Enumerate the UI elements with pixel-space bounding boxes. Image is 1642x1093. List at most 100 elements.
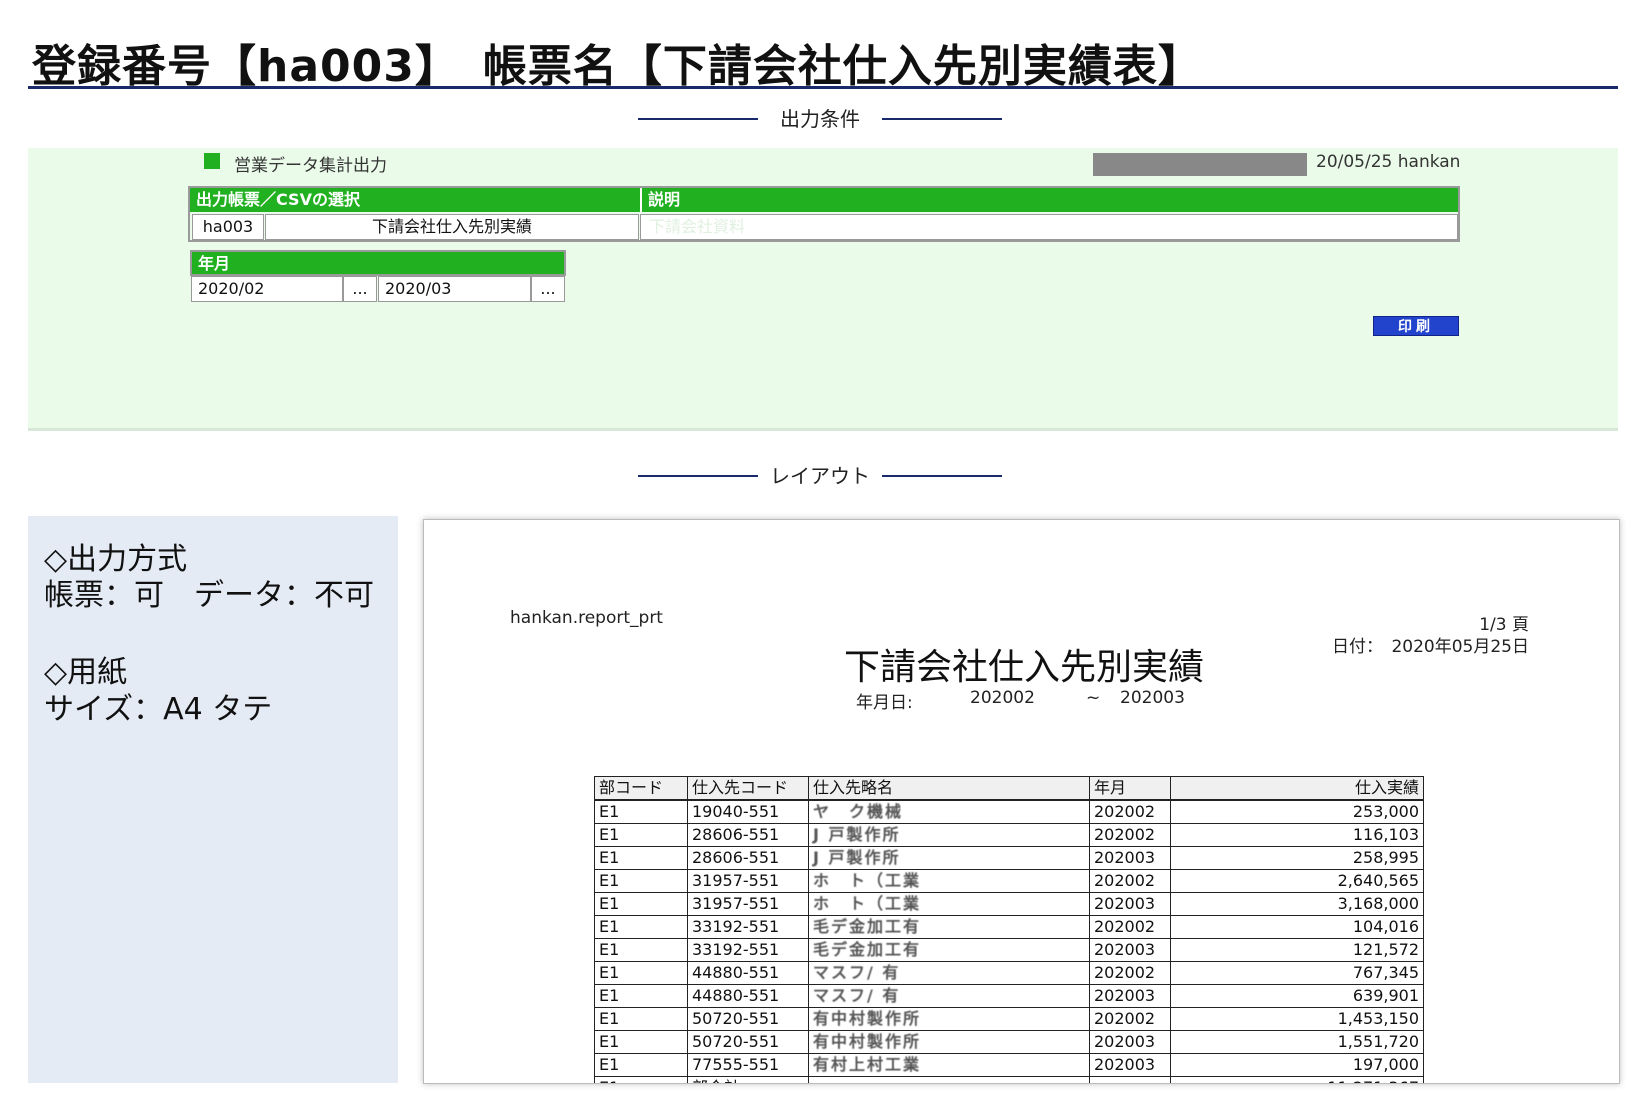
report-program-name: hankan.report_prt [510,608,663,628]
report-name-cell[interactable]: 下請会社仕入先別実績 [265,214,639,240]
report-table-row: E1 31957-551 ホ ト（工業 202002 2,640,565 [594,869,1424,893]
supplier-code-cell: 部合計 [687,1076,809,1083]
layout-section-header: レイアウト [620,461,1020,491]
year-month-cell: 202002 [1089,961,1171,985]
supplier-name-cell: 有中村製作所 [808,1030,1090,1054]
dept-code-cell: E1 [594,1007,688,1031]
supplier-name-cell: ホ ト（工業 [808,892,1090,916]
supplier-code-cell: 33192-551 [687,938,809,962]
section-line-right [882,475,1002,477]
supplier-code-cell: 44880-551 [687,984,809,1008]
page-title: 登録番号【ha003】 帳票名【下請会社仕入先別実績表】 [32,41,1203,92]
purchase-amount-cell: 2,640,565 [1170,869,1424,893]
purchase-amount-cell: 1,453,150 [1170,1007,1424,1031]
report-table-row: E1 28606-551 J 戸製作所 202003 258,995 [594,846,1424,870]
report-table-row: E1 50720-551 有中村製作所 202003 1,551,720 [594,1030,1424,1054]
select-column-header: 出力帳票／CSVの選択 [190,188,640,212]
layout-section-label: レイアウト [770,464,870,488]
dept-code-cell: E1 [594,984,688,1008]
year-month-cell: 202002 [1089,1007,1171,1031]
description-column-header: 説明 [640,188,1458,212]
supplier-name-cell: ホ ト（工業 [808,869,1090,893]
session-info: 20/05/25 hankan [1316,152,1461,172]
year-month-cell: 202003 [1089,892,1171,916]
paper-size-value: サイズ：A4 タテ [44,692,273,727]
title-divider [28,86,1618,89]
supplier-code-cell: 19040-551 [687,799,809,824]
year-month-cell: 202003 [1089,1053,1171,1077]
report-table-row: E1 31957-551 ホ ト（工業 202003 3,168,000 [594,892,1424,916]
dept-code-cell: E1 [594,1076,688,1083]
report-table-row: E1 44880-551 マスフ/ 有 202003 639,901 [594,984,1424,1008]
section-line-left [638,475,758,477]
supplier-name-cell [808,1076,1090,1083]
year-month-cell: 202003 [1089,984,1171,1008]
report-period-label: 年月日: [856,693,913,713]
report-table-row: E1 44880-551 マスフ/ 有 202002 767,345 [594,961,1424,985]
report-code-cell[interactable]: ha003 [192,214,264,240]
redacted-field [1093,153,1307,176]
year-month-cell: 202002 [1089,799,1171,824]
supplier-name-cell: 有村上村工業 [808,1053,1090,1077]
purchase-amount-cell: 116,103 [1170,823,1424,847]
report-table-row: E1 19040-551 ヤ ク機械 202002 253,000 [594,799,1424,824]
supplier-name-cell: マスフ/ 有 [808,961,1090,985]
period-to-picker-button[interactable]: ... [531,276,565,302]
purchase-amount-cell: 767,345 [1170,961,1424,985]
year-month-cell: 202002 [1089,915,1171,939]
supplier-code-cell: 33192-551 [687,915,809,939]
report-table-row: E1 50720-551 有中村製作所 202002 1,453,150 [594,1007,1424,1031]
purchase-amount-cell: 197,000 [1170,1053,1424,1077]
purchase-amount-cell: 104,016 [1170,915,1424,939]
column-header-year-month: 年月 [1089,776,1171,801]
report-table-header-row: 部コード 仕入先コード 仕入先略名 年月 仕入実績 [594,776,1424,801]
year-month-cell [1089,1076,1171,1083]
dept-code-cell: E1 [594,1030,688,1054]
report-table-row: E1 33192-551 毛デ金加工有 202002 104,016 [594,915,1424,939]
purchase-amount-cell: 1,551,720 [1170,1030,1424,1054]
period-from-picker-button[interactable]: ... [343,276,377,302]
supplier-code-cell: 28606-551 [687,823,809,847]
purchase-amount-cell: 3,168,000 [1170,892,1424,916]
app-name: 営業データ集計出力 [234,156,387,176]
report-description-cell: 下請会社資料 [640,214,1458,240]
dept-code-cell: E1 [594,915,688,939]
purchase-amount-cell: 121,572 [1170,938,1424,962]
report-title: 下請会社仕入先別実績 [844,647,1205,688]
dept-code-cell: E1 [594,961,688,985]
report-table: 部コード 仕入先コード 仕入先略名 年月 仕入実績 E1 19040-551 ヤ ク… [594,776,1424,1083]
supplier-code-cell: 50720-551 [687,1007,809,1031]
dept-code-cell: E1 [594,823,688,847]
report-table-row: E1 77555-551 有村上村工業 202003 197,000 [594,1053,1424,1077]
report-period-tilde: ~ [1086,688,1101,708]
year-month-cell: 202002 [1089,869,1171,893]
purchase-amount-cell: 253,000 [1170,799,1424,824]
supplier-name-cell: ヤ ク機械 [808,799,1090,824]
year-month-cell: 202003 [1089,1030,1171,1054]
purchase-amount-cell: 258,995 [1170,846,1424,870]
section-line-left [638,118,758,120]
year-month-cell: 202003 [1089,846,1171,870]
purchase-amount-cell: 11,271,367 [1170,1076,1424,1083]
section-line-right [882,118,1002,120]
purchase-amount-cell: 639,901 [1170,984,1424,1008]
output-method-value: 帳票：可 データ：不可 [44,578,374,613]
supplier-name-cell: マスフ/ 有 [808,984,1090,1008]
supplier-code-cell: 50720-551 [687,1030,809,1054]
conditions-section-label: 出力条件 [780,107,860,131]
report-table-row: E1部合計 11,271,367 [594,1076,1424,1083]
supplier-code-cell: 31957-551 [687,869,809,893]
report-date: 日付： 2020年05月25日 [1331,637,1529,657]
report-preview: hankan.report_prt 1/3 頁 日付： 2020年05月25日 … [423,519,1620,1084]
supplier-name-cell: J 戸製作所 [808,846,1090,870]
period-to-input[interactable]: 2020/03 [378,276,531,302]
supplier-code-cell: 77555-551 [687,1053,809,1077]
print-button[interactable]: 印刷 [1373,316,1459,336]
period-from-input[interactable]: 2020/02 [191,276,343,302]
supplier-code-cell: 31957-551 [687,892,809,916]
column-header-dept-code: 部コード [594,776,688,801]
supplier-code-cell: 44880-551 [687,961,809,985]
supplier-name-cell: 毛デ金加工有 [808,915,1090,939]
column-header-supplier-code: 仕入先コード [687,776,809,801]
supplier-name-cell: J 戸製作所 [808,823,1090,847]
